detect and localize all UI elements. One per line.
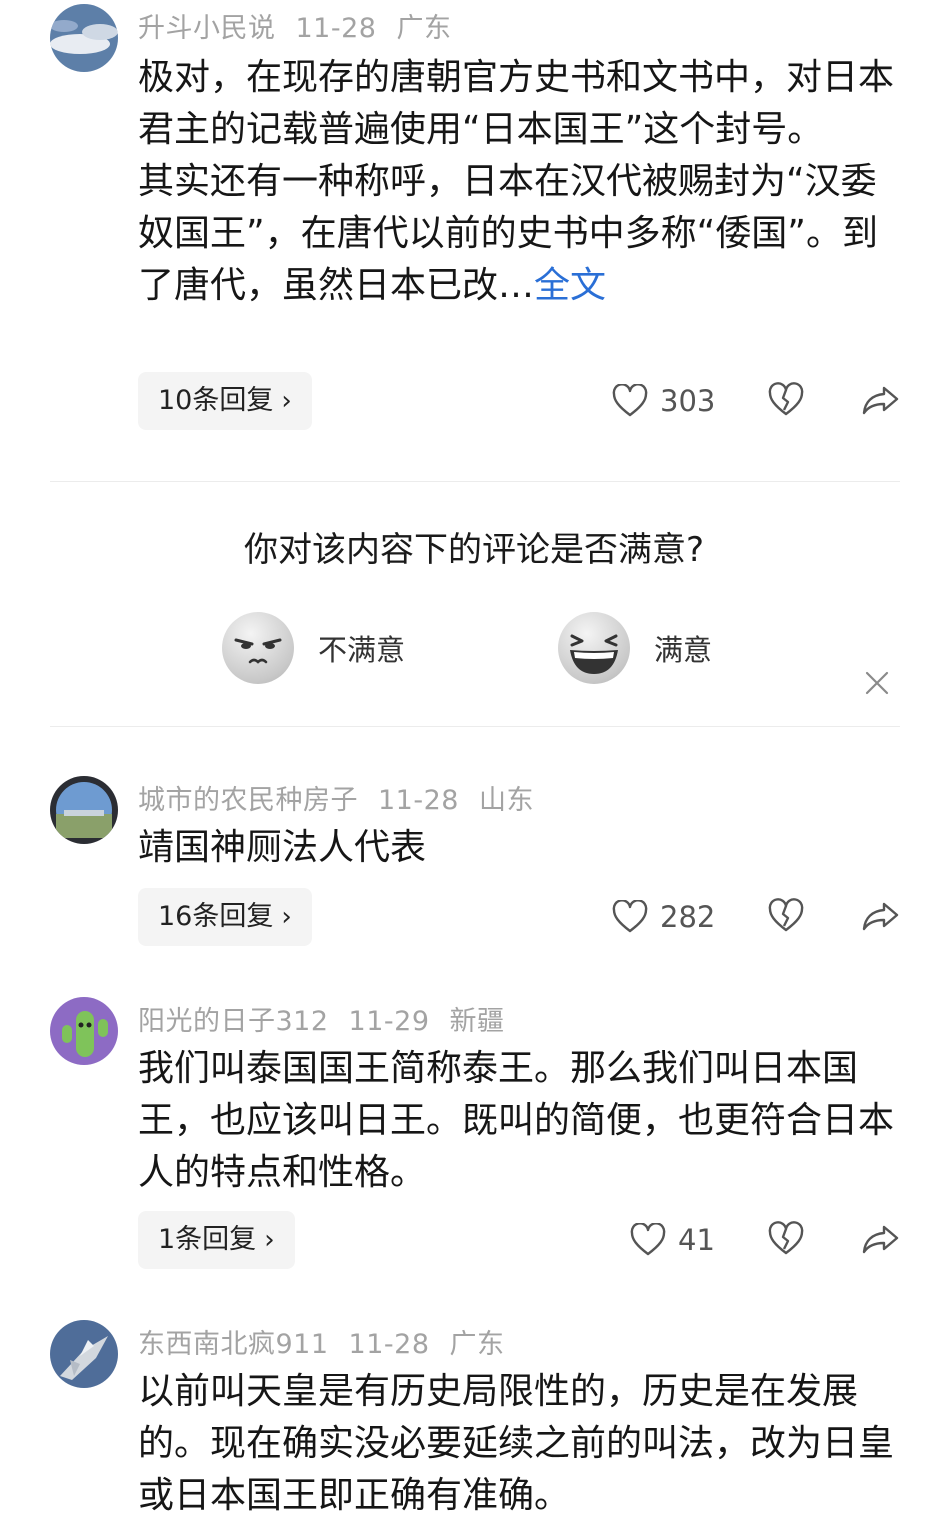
dislike-button[interactable] xyxy=(768,898,804,934)
replies-button[interactable]: 1条回复 › xyxy=(138,1211,295,1269)
like-count: 41 xyxy=(678,1223,715,1257)
replies-label: 16条回复 xyxy=(158,901,274,932)
survey-option-label: 满意 xyxy=(654,633,713,667)
comment-paragraph: 我们叫泰国国王简称泰王。那么我们叫日本国王，也应该叫日王。既叫的简便，也更符合日… xyxy=(138,1048,895,1193)
comment-date: 11-29 xyxy=(348,1006,430,1037)
survey-question: 你对该内容下的评论是否满意? xyxy=(243,530,705,570)
comment-date: 11-28 xyxy=(378,785,459,816)
like-count: 303 xyxy=(660,384,716,418)
comment-actions: 303 xyxy=(600,372,910,430)
username[interactable]: 阳光的日子312 xyxy=(138,1006,329,1037)
share-arrow-icon xyxy=(862,386,899,415)
like-count: 282 xyxy=(660,900,716,934)
like-button[interactable]: 303 xyxy=(612,372,715,430)
broken-heart-icon xyxy=(768,1221,804,1255)
username[interactable]: 东西南北疯911 xyxy=(138,1329,329,1360)
replies-label: 10条回复 xyxy=(158,385,274,416)
replies-button[interactable]: 10条回复 › xyxy=(138,372,312,430)
share-button[interactable] xyxy=(862,1221,900,1257)
chevron-right-icon: › xyxy=(264,1225,275,1255)
chevron-right-icon: › xyxy=(281,386,292,416)
comment-text: 以前叫天皇是有历史局限性的，历史是在发展的。现在确实没必要延续之前的叫法，改为日… xyxy=(138,1366,898,1522)
avatar[interactable] xyxy=(50,997,118,1065)
survey-option-label: 不满意 xyxy=(318,633,406,667)
comment-paragraph: 极对，在现存的唐朝官方史书和文书中，对日本君主的记载普遍使用“日本国王”这个封号… xyxy=(138,57,895,150)
comment-paragraph: 其实还有一种称呼，日本在汉代被赐封为“汉委奴国王”，在唐代以前的史书中多称“倭国… xyxy=(138,161,878,306)
comment-location: 新疆 xyxy=(449,1006,505,1037)
like-button[interactable]: 282 xyxy=(612,888,715,946)
close-icon[interactable] xyxy=(864,670,890,696)
like-button[interactable]: 41 xyxy=(630,1211,715,1269)
username[interactable]: 城市的农民种房子 xyxy=(138,785,358,816)
comment-meta: 东西南北疯911 11-28 广东 xyxy=(138,1322,525,1361)
survey-option-dissatisfied[interactable]: 不满意 xyxy=(222,612,406,684)
share-arrow-icon xyxy=(862,902,899,931)
comment-text: 靖国神厕法人代表 xyxy=(138,822,898,874)
replies-button[interactable]: 16条回复 › xyxy=(138,888,312,946)
heart-outline-icon xyxy=(630,1223,666,1256)
avatar[interactable] xyxy=(50,1320,118,1388)
broken-heart-icon xyxy=(768,898,804,932)
comment-actions: 41 xyxy=(600,1211,910,1269)
share-button[interactable] xyxy=(862,898,900,934)
dislike-button[interactable] xyxy=(768,382,804,418)
avatar[interactable] xyxy=(50,776,118,844)
comment-text: 极对，在现存的唐朝官方史书和文书中，对日本君主的记载普遍使用“日本国王”这个封号… xyxy=(138,52,898,312)
comment-paragraph: 靖国神厕法人代表 xyxy=(138,827,427,868)
comment-date: 11-28 xyxy=(295,13,377,44)
share-arrow-icon xyxy=(862,1225,899,1254)
broken-heart-icon xyxy=(768,382,804,416)
comment-paragraph: 以前叫天皇是有历史局限性的，历史是在发展的。现在确实没必要延续之前的叫法，改为日… xyxy=(138,1371,895,1516)
comment-location: 广东 xyxy=(449,1329,505,1360)
dislike-button[interactable] xyxy=(768,1221,804,1257)
full-text-link[interactable]: 全文 xyxy=(534,265,606,306)
comment-meta: 阳光的日子312 11-29 新疆 xyxy=(138,999,525,1038)
laughing-face-icon xyxy=(558,612,630,684)
username[interactable]: 升斗小民说 xyxy=(138,13,276,44)
chevron-right-icon: › xyxy=(281,902,292,932)
heart-outline-icon xyxy=(612,900,648,933)
comment-location: 广东 xyxy=(396,13,452,44)
replies-label: 1条回复 xyxy=(158,1224,257,1255)
divider xyxy=(50,481,900,482)
divider xyxy=(50,726,900,727)
unhappy-face-icon xyxy=(222,612,294,684)
share-button[interactable] xyxy=(862,382,900,418)
heart-outline-icon xyxy=(612,384,648,417)
comment-meta: 升斗小民说 11-28 广东 xyxy=(138,6,471,45)
comment-location: 山东 xyxy=(478,785,534,816)
comment-actions: 282 xyxy=(600,888,910,946)
comment-text: 我们叫泰国国王简称泰王。那么我们叫日本国王，也应该叫日王。既叫的简便，也更符合日… xyxy=(138,1043,898,1199)
avatar[interactable] xyxy=(50,4,118,72)
comment-date: 11-28 xyxy=(348,1329,430,1360)
comment-meta: 城市的农民种房子 11-28 山东 xyxy=(138,778,554,817)
survey-option-satisfied[interactable]: 满意 xyxy=(558,612,713,684)
